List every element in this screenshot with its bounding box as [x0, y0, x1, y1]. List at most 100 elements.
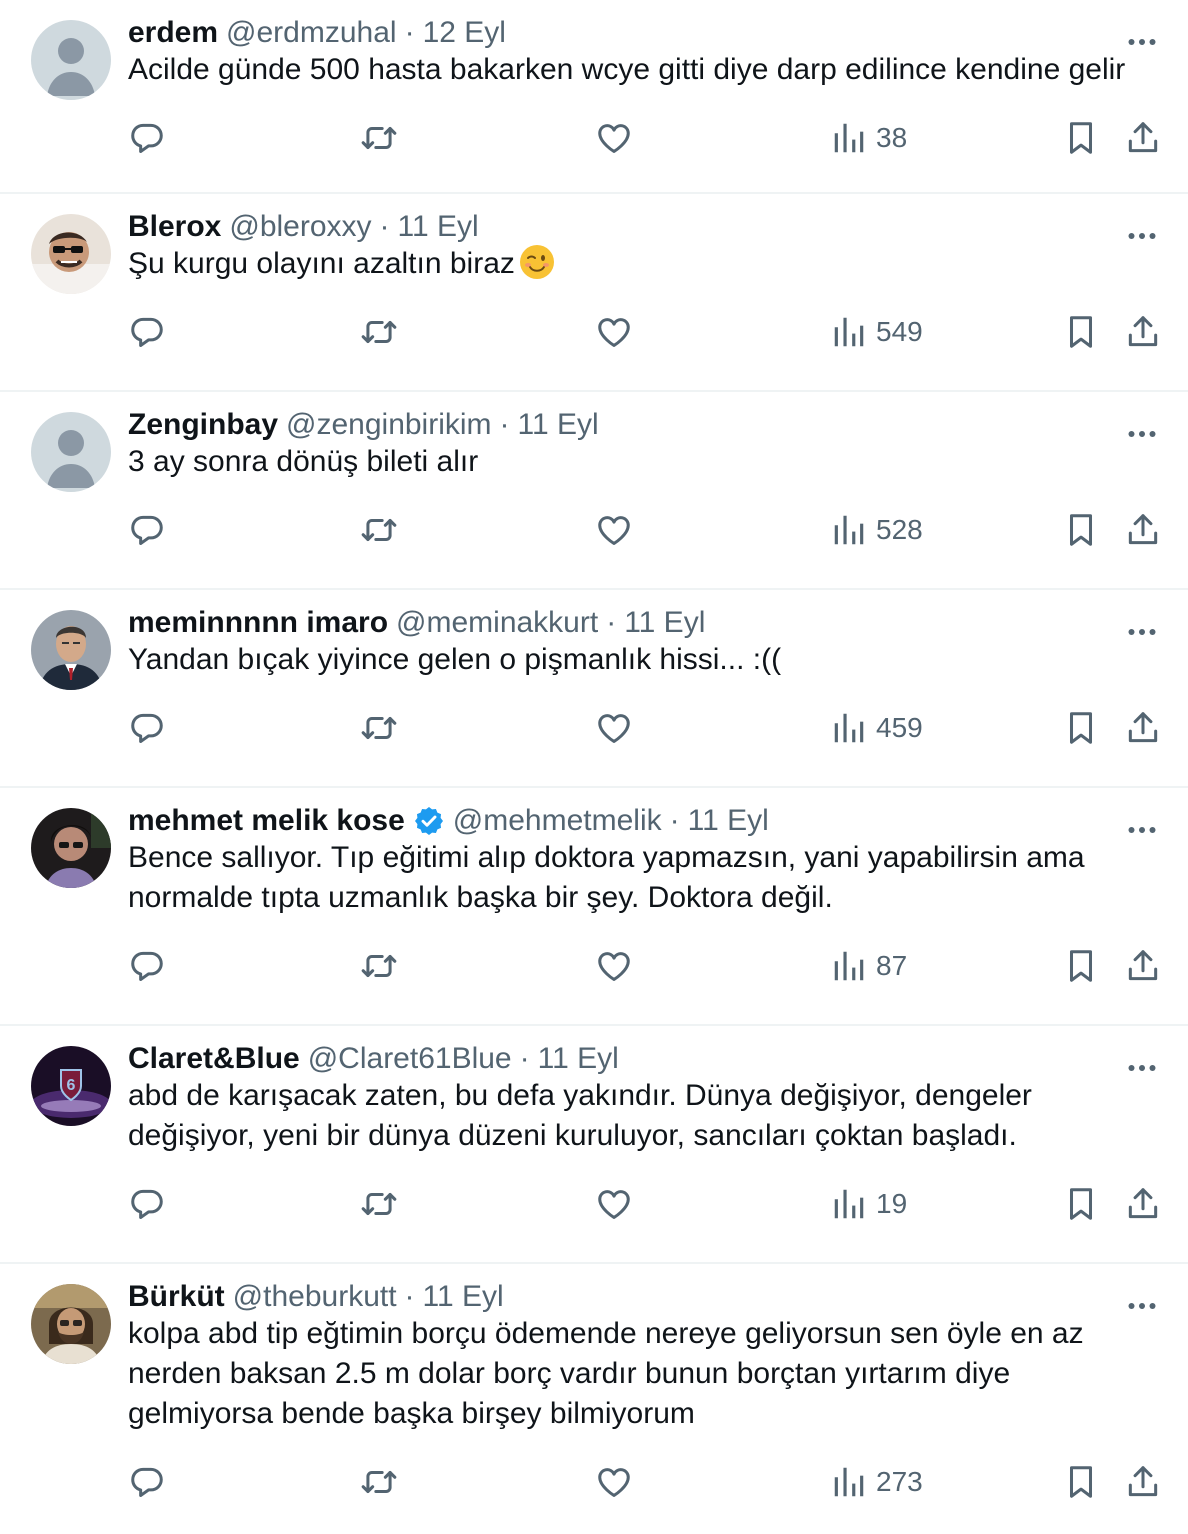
- avatar[interactable]: [31, 610, 111, 690]
- bookmark-button[interactable]: [1062, 696, 1100, 760]
- views-button[interactable]: 459: [830, 696, 923, 760]
- reply-button[interactable]: [128, 1172, 166, 1236]
- tweet-date[interactable]: 11 Eyl: [398, 209, 479, 245]
- tweet-date[interactable]: 11 Eyl: [518, 407, 599, 443]
- bookmark-icon: [1069, 950, 1093, 982]
- views-icon: [834, 1189, 864, 1219]
- avatar[interactable]: 6: [31, 1046, 111, 1126]
- avatar[interactable]: [31, 20, 111, 100]
- bookmark-button[interactable]: [1062, 934, 1100, 998]
- like-button[interactable]: [595, 498, 633, 562]
- tweet-1[interactable]: erdem @erdmzuhal · 12 Eyl Acilde günde 5…: [0, 0, 1188, 194]
- like-button[interactable]: [595, 934, 633, 998]
- more-options-button[interactable]: [1124, 614, 1160, 650]
- views-button[interactable]: 549: [830, 300, 923, 364]
- bookmark-button[interactable]: [1062, 1172, 1100, 1236]
- reply-button[interactable]: [128, 106, 166, 170]
- retweet-button[interactable]: [360, 300, 398, 364]
- more-options-button[interactable]: [1124, 416, 1160, 452]
- reply-button[interactable]: [128, 1450, 166, 1514]
- display-name[interactable]: Zenginbay: [128, 407, 278, 443]
- views-button[interactable]: 528: [830, 498, 923, 562]
- share-button[interactable]: [1124, 696, 1162, 760]
- user-handle[interactable]: @erdmzuhal: [226, 15, 397, 51]
- tweet-date[interactable]: 12 Eyl: [423, 15, 506, 51]
- retweet-button[interactable]: [360, 1172, 398, 1236]
- tweet-6[interactable]: 6 Claret&Blue @Claret61Blue · 11 Eyl abd…: [0, 1026, 1188, 1264]
- like-button[interactable]: [595, 1172, 633, 1236]
- like-button[interactable]: [595, 106, 633, 170]
- retweet-button[interactable]: [360, 934, 398, 998]
- share-button[interactable]: [1124, 1172, 1162, 1236]
- bookmark-button[interactable]: [1062, 1450, 1100, 1514]
- tweet-text: Şu kurgu olayını azaltın biraz: [128, 244, 1188, 284]
- display-name[interactable]: Claret&Blue: [128, 1041, 300, 1077]
- more-options-button[interactable]: [1124, 1050, 1160, 1086]
- reply-button[interactable]: [128, 300, 166, 364]
- reply-icon: [131, 317, 163, 347]
- tweet-3[interactable]: Zenginbay @zenginbirikim · 11 Eyl 3 ay s…: [0, 392, 1188, 590]
- like-button[interactable]: [595, 696, 633, 760]
- tweet-date[interactable]: 11 Eyl: [538, 1041, 619, 1077]
- share-button[interactable]: [1124, 106, 1162, 170]
- bookmark-button[interactable]: [1062, 498, 1100, 562]
- reply-button[interactable]: [128, 696, 166, 760]
- views-button[interactable]: 87: [830, 934, 907, 998]
- more-options-button[interactable]: [1124, 1288, 1160, 1324]
- views-count: 273: [876, 1466, 923, 1497]
- tweet-4[interactable]: meminnnnn imaro @meminakkurt · 11 Eyl Ya…: [0, 590, 1188, 788]
- bookmark-icon: [1069, 1188, 1093, 1220]
- like-icon: [598, 318, 630, 347]
- user-handle[interactable]: @Claret61Blue: [308, 1041, 512, 1077]
- views-count: 38: [876, 122, 908, 153]
- share-button[interactable]: [1124, 934, 1162, 998]
- retweet-button[interactable]: [360, 498, 398, 562]
- retweet-button[interactable]: [360, 106, 398, 170]
- views-icon: [834, 713, 864, 743]
- more-options-button[interactable]: [1124, 218, 1160, 254]
- tweet-2[interactable]: Blerox @bleroxxy · 11 Eyl Şu kurgu olayı…: [0, 194, 1188, 392]
- display-name[interactable]: erdem: [128, 15, 218, 51]
- share-button[interactable]: [1124, 498, 1162, 562]
- user-handle[interactable]: @meminakkurt: [396, 605, 598, 641]
- like-button[interactable]: [595, 1450, 633, 1514]
- tweet-text: Bence sallıyor. Tıp eğitimi alıp doktora…: [128, 838, 1188, 918]
- tweet-date[interactable]: 11 Eyl: [423, 1279, 504, 1315]
- views-button[interactable]: 38: [830, 106, 907, 170]
- user-handle[interactable]: @bleroxxy: [229, 209, 371, 245]
- retweet-button[interactable]: [360, 1450, 398, 1514]
- more-options-button[interactable]: [1124, 812, 1160, 848]
- avatar[interactable]: [31, 808, 111, 888]
- tweet-5[interactable]: mehmet melik kose @mehmetmelik · 11 Eyl …: [0, 788, 1188, 1026]
- more-options-button[interactable]: [1124, 24, 1160, 60]
- bookmark-button[interactable]: [1062, 106, 1100, 170]
- bookmark-button[interactable]: [1062, 300, 1100, 364]
- tweet-date[interactable]: 11 Eyl: [688, 803, 769, 839]
- display-name[interactable]: Blerox: [128, 209, 221, 245]
- share-button[interactable]: [1124, 300, 1162, 364]
- user-handle[interactable]: @zenginbirikim: [286, 407, 492, 443]
- display-name[interactable]: mehmet melik kose: [128, 803, 405, 839]
- bookmark-icon: [1069, 514, 1093, 546]
- share-button[interactable]: [1124, 1450, 1162, 1514]
- reply-button[interactable]: [128, 934, 166, 998]
- avatar[interactable]: [31, 1284, 111, 1364]
- like-button[interactable]: [595, 300, 633, 364]
- reply-button[interactable]: [128, 498, 166, 562]
- retweet-icon: [361, 716, 397, 740]
- avatar[interactable]: [31, 412, 111, 492]
- views-button[interactable]: 19: [830, 1172, 907, 1236]
- display-name[interactable]: meminnnnn imaro: [128, 605, 388, 641]
- user-handle[interactable]: @mehmetmelik: [453, 803, 662, 839]
- display-name[interactable]: Bürküt: [128, 1279, 225, 1315]
- tweet-7[interactable]: Bürküt @theburkutt · 11 Eyl kolpa abd ti…: [0, 1264, 1188, 1534]
- views-button[interactable]: 273: [830, 1450, 923, 1514]
- user-handle[interactable]: @theburkutt: [233, 1279, 397, 1315]
- tweet-date[interactable]: 11 Eyl: [624, 605, 705, 641]
- avatar[interactable]: [31, 214, 111, 294]
- tweet-text: Yandan bıçak yiyince gelen o pişmanlık h…: [128, 640, 1188, 680]
- retweet-button[interactable]: [360, 696, 398, 760]
- tweet-text: kolpa abd tip eğtimin borçu ödemende ner…: [128, 1314, 1188, 1434]
- bookmark-icon: [1069, 316, 1093, 348]
- tweet-text-line: normalde tıpta uzmanlık başka bir şey. D…: [128, 878, 1160, 918]
